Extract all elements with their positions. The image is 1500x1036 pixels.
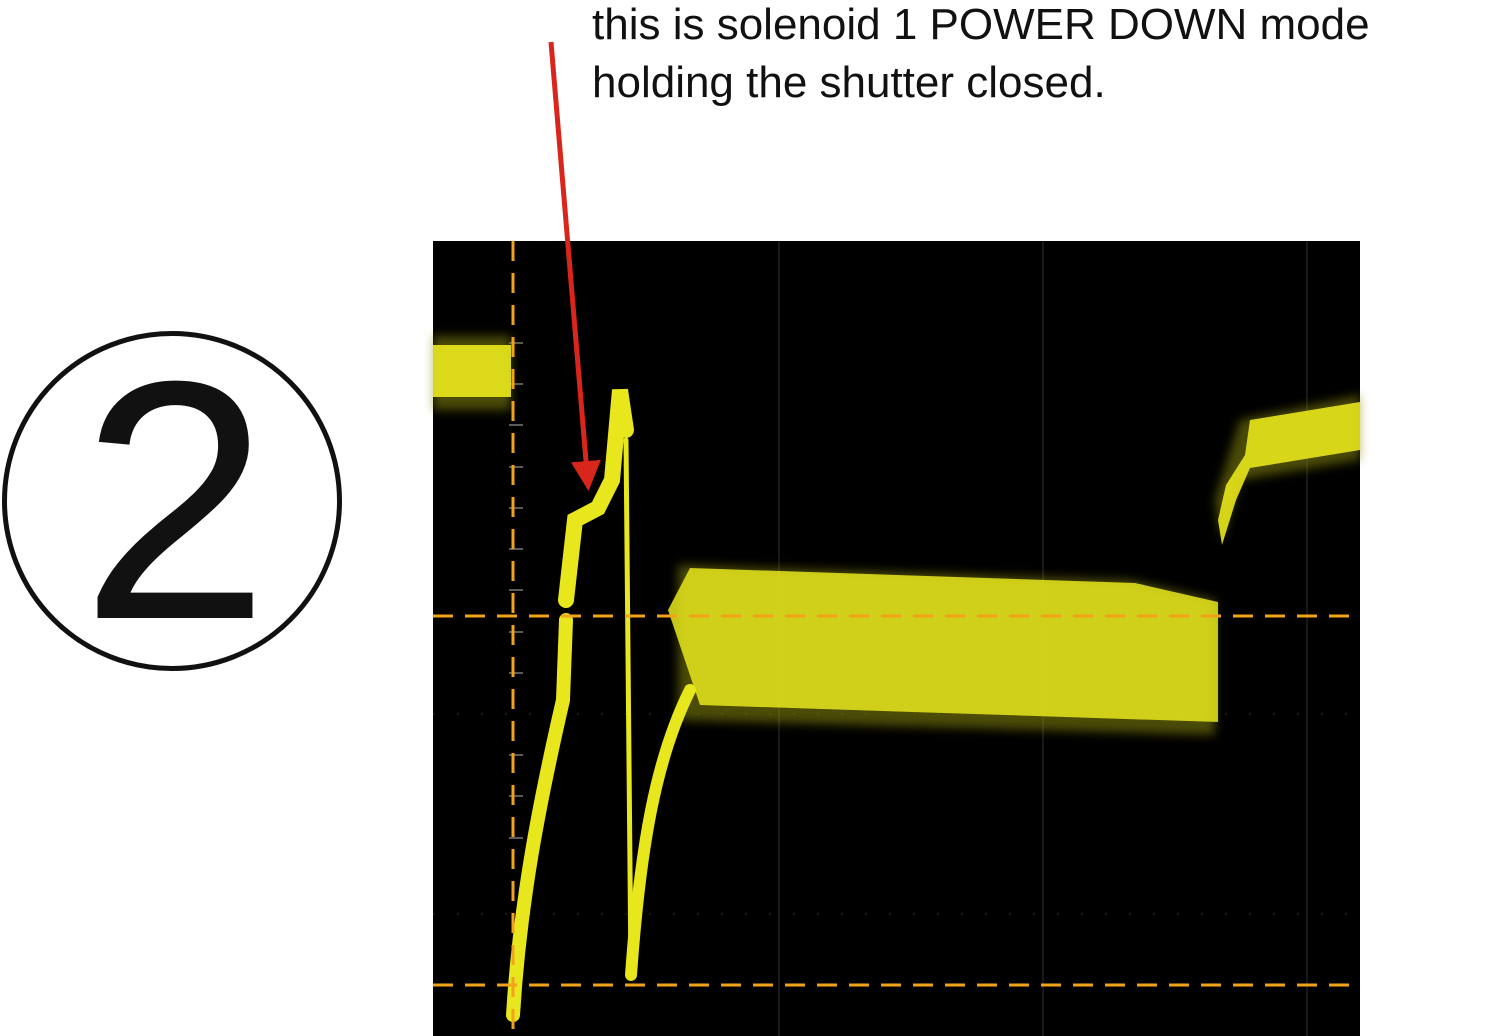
oscilloscope-figure [433, 41, 1360, 1036]
